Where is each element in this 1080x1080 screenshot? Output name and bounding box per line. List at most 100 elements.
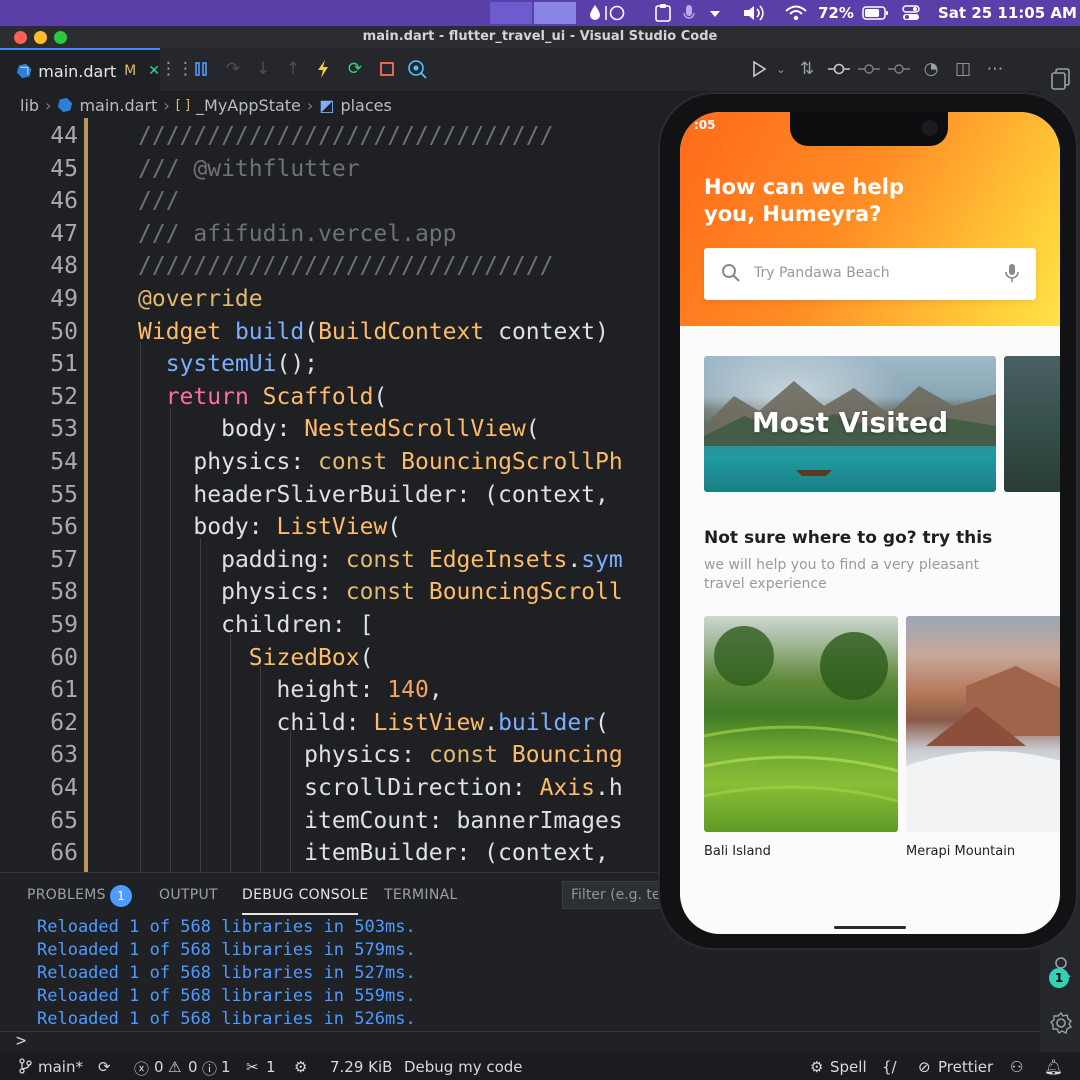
prettier-button[interactable]: Prettier <box>938 1058 993 1076</box>
restart-icon[interactable]: ⟳ <box>344 58 366 80</box>
tools-icon[interactable]: ✂ <box>246 1058 259 1076</box>
pause-icon[interactable] <box>190 58 212 80</box>
place-card-merapi-mountain[interactable] <box>906 616 1060 832</box>
control-center-icon[interactable] <box>902 3 920 23</box>
pulse-icon[interactable]: ⚙ <box>294 1058 307 1076</box>
hot-reload-icon[interactable] <box>312 58 334 80</box>
line-number: 65 <box>50 807 78 834</box>
tools-count[interactable]: 1 <box>266 1058 276 1076</box>
info-count[interactable]: 1 <box>221 1058 231 1076</box>
error-icon[interactable]: ⓧ <box>134 1058 149 1079</box>
explorer-files-icon[interactable] <box>1048 66 1074 92</box>
drag-handle-icon[interactable]: ⋮⋮ <box>160 58 194 80</box>
spell-icon[interactable]: ⚙ <box>810 1058 823 1076</box>
search-placeholder: Try Pandawa Beach <box>754 265 890 281</box>
vscode-window: 72% Sat 25 11:05 AM main.dart - flutter_… <box>0 0 1080 1080</box>
battery-icon[interactable] <box>862 3 890 23</box>
home-indicator[interactable] <box>834 926 906 929</box>
run-icon[interactable] <box>748 58 770 80</box>
console-divider <box>0 1031 1040 1032</box>
desktop-space-2[interactable] <box>534 2 576 24</box>
step-out-icon[interactable]: ↑ <box>282 58 304 80</box>
info-icon[interactable]: ⓘ <box>202 1058 217 1079</box>
debug-button[interactable]: Debug my code <box>404 1058 523 1076</box>
tab-debug-console[interactable]: DEBUG CONSOLE <box>242 887 369 903</box>
code-text: SizedBox( <box>248 644 374 671</box>
banner-card-most-visited[interactable]: Most Visited <box>704 356 996 492</box>
breadcrumb-file[interactable]: main.dart <box>79 96 157 115</box>
clock[interactable]: Sat 25 11:05 AM <box>938 3 1077 23</box>
volume-icon[interactable] <box>742 3 768 23</box>
step-over-icon[interactable]: ↷ <box>222 58 244 80</box>
console-log-line: Reloaded 1 of 568 libraries in 527ms. <box>37 963 416 983</box>
dropdown-caret-icon[interactable] <box>708 3 722 23</box>
line-number: 48 <box>50 253 78 280</box>
console-input-prompt[interactable]: > <box>16 1031 26 1051</box>
sync-icon[interactable]: ⟳ <box>98 1058 111 1076</box>
close-tab-icon[interactable]: ✕ <box>148 63 160 79</box>
code-text: physics: const BouncingScroll <box>221 579 623 606</box>
git-next-icon[interactable] <box>888 58 910 80</box>
droplet-icon[interactable] <box>588 3 628 23</box>
braces-icon[interactable]: {/ <box>882 1058 897 1076</box>
microphone-icon[interactable] <box>1004 262 1020 284</box>
code-text: itemCount: bannerImages <box>304 807 623 834</box>
volcano-image <box>906 666 1060 832</box>
breadcrumb-class[interactable]: _MyAppState <box>196 96 301 115</box>
line-number: 54 <box>50 449 78 475</box>
line-number: 66 <box>50 840 78 867</box>
close-window-button[interactable] <box>14 31 27 44</box>
code-text: height: 140, <box>276 677 443 704</box>
breadcrumb-member[interactable]: places <box>340 96 391 115</box>
line-number: 62 <box>50 709 78 736</box>
macos-menu-bar: 72% Sat 25 11:05 AM <box>0 0 1080 26</box>
settings-gear-icon[interactable] <box>1048 1010 1074 1036</box>
phone-screen[interactable]: :05 How can we help you, Humeyra? Try Pa… <box>680 112 1060 934</box>
filter-input[interactable]: Filter (e.g. tex <box>562 881 672 909</box>
code-text: physics: const Bouncing <box>304 742 623 769</box>
line-number: 64 <box>50 775 78 801</box>
banner-title: Most Visited <box>751 406 949 439</box>
place-card-bali-island[interactable] <box>704 616 898 832</box>
git-commit-icon[interactable] <box>828 58 850 80</box>
error-count[interactable]: 0 <box>154 1058 164 1076</box>
tab-problems[interactable]: PROBLEMS <box>27 887 106 903</box>
line-number: 52 <box>50 383 78 410</box>
warning-count[interactable]: 0 <box>188 1058 198 1076</box>
search-input[interactable]: Try Pandawa Beach <box>704 248 1036 300</box>
tab-output[interactable]: OUTPUT <box>159 887 218 903</box>
run-options-chevron-icon[interactable]: ⌄ <box>770 58 792 80</box>
step-into-icon[interactable]: ↓ <box>252 58 274 80</box>
feedback-icon[interactable]: ⚇ <box>1010 1058 1023 1076</box>
split-editor-icon[interactable]: ◫ <box>952 58 974 80</box>
maximize-window-button[interactable] <box>54 31 67 44</box>
microphone-icon[interactable] <box>682 3 696 23</box>
warning-icon[interactable]: ⚠ <box>168 1058 181 1076</box>
wifi-icon[interactable] <box>784 3 808 23</box>
boat-image <box>796 470 832 476</box>
compare-changes-icon[interactable]: ⇅ <box>796 58 818 80</box>
code-text: ////////////////////////////// <box>138 123 554 149</box>
open-changes-icon[interactable]: ◔ <box>920 58 942 80</box>
minimize-window-button[interactable] <box>34 31 47 44</box>
line-number: 53 <box>50 416 78 443</box>
console-log-line: Reloaded 1 of 568 libraries in 579ms. <box>37 940 416 960</box>
tab-main-dart[interactable]: main.dart M ✕ <box>0 48 160 92</box>
desktop-space-1[interactable] <box>490 2 532 24</box>
git-previous-icon[interactable] <box>858 58 880 80</box>
banner-card-2[interactable] <box>1004 356 1060 492</box>
dart-file-icon <box>16 63 32 79</box>
code-text: return Scaffold( <box>165 383 388 410</box>
clipboard-icon[interactable] <box>654 3 672 23</box>
prettier-check-icon[interactable]: ⊘ <box>918 1058 931 1076</box>
code-text: /// <box>138 188 180 215</box>
breadcrumb-folder[interactable]: lib <box>20 96 39 115</box>
more-actions-icon[interactable]: ⋯ <box>984 58 1006 80</box>
spell-button[interactable]: Spell <box>830 1058 867 1076</box>
tab-terminal[interactable]: TERMINAL <box>384 887 458 903</box>
dart-file-icon <box>58 97 73 113</box>
stop-icon[interactable] <box>376 58 398 80</box>
inspect-widget-icon[interactable] <box>406 58 428 80</box>
notifications-bell-icon[interactable]: 🔔︎ <box>1044 1058 1063 1076</box>
git-branch[interactable]: main* <box>38 1058 83 1076</box>
